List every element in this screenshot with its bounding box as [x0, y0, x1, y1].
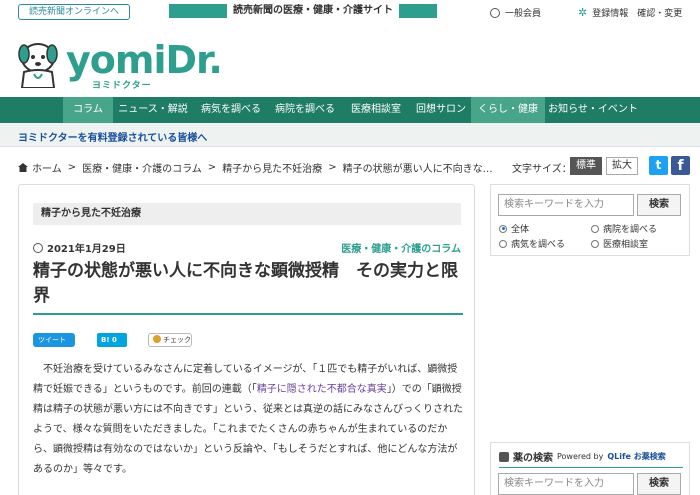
breadcrumb: ホーム > 医療・健康・介護のコラム > 精子から見た不妊治療 > 精子の状態が…: [18, 160, 493, 175]
article-category[interactable]: 医療・健康・介護のコラム: [341, 240, 461, 255]
nav-item-hospital[interactable]: 病院を調べる: [269, 97, 341, 123]
radio-icon: [591, 239, 599, 248]
nav-item-column[interactable]: コラム: [63, 97, 113, 123]
article-date: 2021年1月29日: [33, 240, 126, 255]
nav-item-salon[interactable]: 回想サロン: [411, 97, 471, 123]
powered-by-label: Powered by: [557, 452, 604, 461]
yomiuri-online-link[interactable]: 読売新聞オンラインへ: [18, 4, 130, 20]
previous-article-link[interactable]: 精子に隠された不都合な真実: [257, 384, 387, 395]
radio-icon: [591, 224, 599, 233]
hatena-bookmark-button[interactable]: B! 0: [97, 333, 127, 347]
site-search-panel: 検索キーワードを入力 検索 全体 病院を調べる 病気を調べる 医療相談室: [490, 184, 690, 256]
title-divider: [33, 313, 463, 315]
drug-search-input[interactable]: 検索キーワードを入力: [498, 473, 634, 495]
radio-selected-icon: [499, 224, 507, 233]
search-scope-consultation[interactable]: 医療相談室: [591, 237, 648, 250]
search-scope-all[interactable]: 全体: [499, 222, 529, 235]
font-size-label: 文字サイズ：: [512, 164, 572, 175]
series-title[interactable]: 精子から見た不妊治療: [33, 203, 461, 225]
search-scope-disease[interactable]: 病気を調べる: [499, 237, 565, 250]
breadcrumb-separator: >: [207, 162, 217, 173]
font-size-standard-button[interactable]: 標準: [570, 157, 602, 175]
mixi-icon: [153, 335, 161, 343]
radio-icon: [499, 239, 507, 248]
mixi-check-label: チェック: [163, 336, 191, 344]
breadcrumb-separator: >: [328, 162, 337, 173]
drug-search-divider: [499, 467, 683, 468]
mascot-dog-icon: [18, 43, 58, 88]
nav-item-disease[interactable]: 病気を調べる: [193, 97, 269, 123]
article-title: 精子の状態が悪い人に不向きな顕微授精 その実力と限界: [33, 261, 458, 306]
article-body: 不妊治療を受けているみなさんに定着しているイメージが、「１匹でも精子がいれば、顕…: [33, 360, 465, 480]
main-nav: コラム ニュース・解説 病気を調べる 病院を調べる 医療相談室 回想サロン くら…: [0, 97, 700, 123]
drug-search-header: 薬の検索 Powered by QLife お薬検索: [499, 449, 666, 464]
article-body-text-cont: 」）での「顕微授精は精子の状態が悪い方には不向きです」という、従来とは真逆の話に…: [33, 384, 463, 475]
member-label: 一般会員: [505, 9, 542, 19]
search-button[interactable]: 検索: [637, 194, 681, 216]
drug-search-button[interactable]: 検索: [637, 473, 681, 495]
breadcrumb-separator: >: [67, 162, 77, 173]
nav-item-life[interactable]: くらし・健康: [471, 97, 545, 123]
registration-label: 登録情報 確認・変更: [592, 9, 683, 19]
drug-search-title: 薬の検索: [513, 453, 553, 464]
search-scope-disease-label: 病気を調べる: [511, 240, 566, 250]
breadcrumb-home[interactable]: ホーム: [32, 160, 62, 175]
search-scope-all-label: 全体: [511, 225, 530, 235]
medicine-icon: [499, 451, 509, 462]
font-size-large-button[interactable]: 拡大: [606, 157, 638, 175]
mixi-check-button[interactable]: チェック: [148, 333, 192, 347]
site-logo[interactable]: yomiDr. ヨミドクター: [14, 38, 223, 92]
logo-wordmark: yomiDr.: [66, 38, 223, 82]
breadcrumb-current: 精子の状態が悪い人に不向きな…: [342, 164, 493, 175]
drug-search-panel: 薬の検索 Powered by QLife お薬検索 検索キーワードを入力 検索: [490, 442, 690, 495]
search-scope-hospital[interactable]: 病院を調べる: [591, 222, 657, 235]
search-scope-hospital-label: 病院を調べる: [603, 225, 658, 235]
gear-icon: ✲: [578, 5, 588, 19]
facebook-icon[interactable]: f: [671, 156, 690, 175]
notice-bar: ヨミドクターを有料登録されている皆様へ: [0, 123, 700, 147]
site-banner: 読売新聞の医療・健康・介護サイト: [169, 3, 437, 19]
clock-icon: [33, 242, 43, 253]
search-scope-consultation-label: 医療相談室: [603, 240, 649, 250]
member-link[interactable]: 一般会員: [490, 6, 541, 19]
tweet-button[interactable]: ツイート: [33, 333, 75, 347]
qlife-link[interactable]: QLife お薬検索: [607, 451, 665, 462]
breadcrumb-columns[interactable]: 医療・健康・介護のコラム: [82, 160, 202, 175]
nav-item-news[interactable]: ニュース・解説: [113, 97, 193, 123]
twitter-icon[interactable]: t: [649, 156, 668, 175]
home-icon: [18, 163, 28, 172]
user-icon: [490, 7, 500, 18]
top-bar: 読売新聞オンラインへ 読売新聞の医療・健康・介護サイト 一般会員 ✲ 登録情報 …: [0, 0, 700, 24]
registration-link[interactable]: ✲ 登録情報 確認・変更: [578, 5, 683, 20]
site-banner-text: 読売新聞の医療・健康・介護サイト: [227, 3, 399, 19]
nav-item-events[interactable]: お知らせ・イベント: [545, 97, 641, 123]
article-date-text: 2021年1月29日: [47, 244, 126, 255]
article-panel: 精子から見た不妊治療 2021年1月29日 医療・健康・介護のコラム 精子の状態…: [18, 184, 475, 495]
paid-member-notice-link[interactable]: ヨミドクターを有料登録されている皆様へ: [18, 129, 207, 144]
breadcrumb-series[interactable]: 精子から見た不妊治療: [222, 160, 322, 175]
logo-subtitle: ヨミドクター: [92, 81, 152, 91]
search-input[interactable]: 検索キーワードを入力: [498, 194, 634, 216]
nav-item-consultation[interactable]: 医療相談室: [341, 97, 411, 123]
